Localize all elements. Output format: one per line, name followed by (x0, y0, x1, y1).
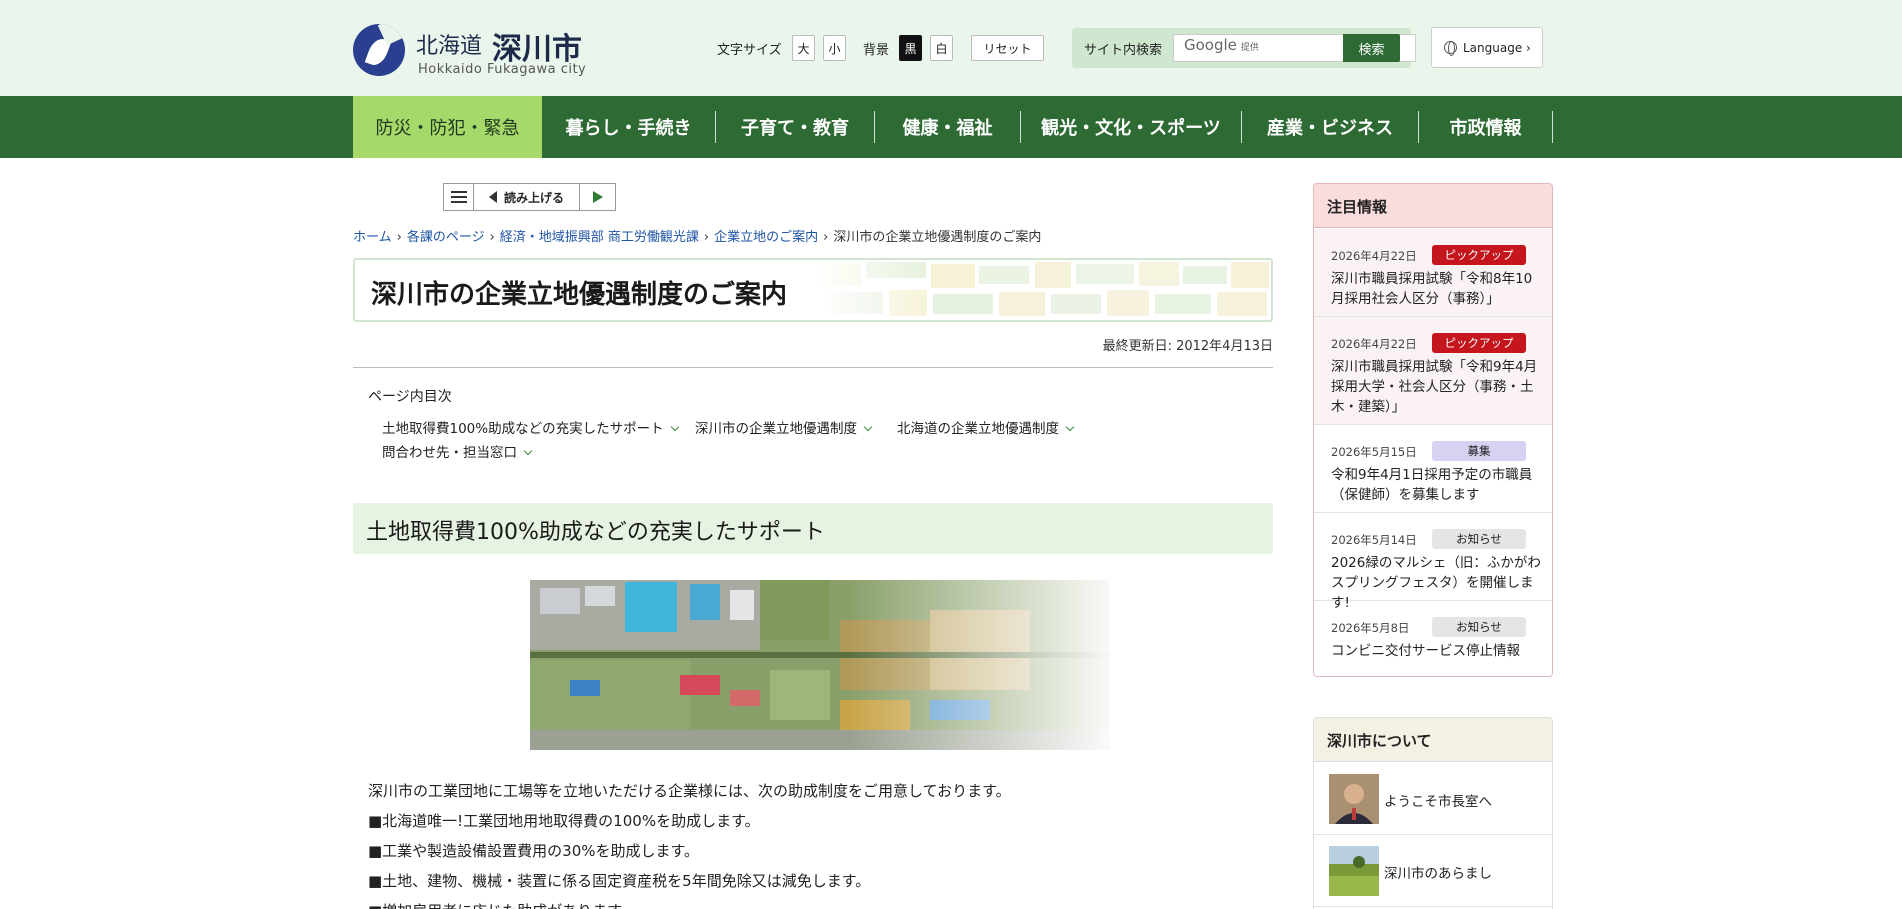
notice-text[interactable]: 深川市職員採用試験「令和9年4月採用大学・社会人区分（事務・土木・建築）」 (1331, 357, 1545, 417)
google-brand: Google 提供 (1184, 36, 1259, 54)
notice-badge: お知らせ (1432, 617, 1526, 637)
last-updated: 最終更新日: 2012年4月13日 (1102, 339, 1273, 354)
site-header: 北海道 深川市 Hokkaido Fukagawa city 文字サイズ 大 小… (0, 0, 1902, 96)
notice-date: 2026年4月22日 (1331, 337, 1417, 351)
notice-item[interactable]: 2026年5月8日 お知らせ コンビニ交付サービス停止情報 (1314, 601, 1552, 676)
chevron-down-icon (670, 422, 679, 432)
language-label: Language › (1463, 40, 1531, 55)
notice-badge: ピックアップ (1432, 333, 1526, 353)
notice-badge: ピックアップ (1432, 245, 1526, 265)
nav-divider (1552, 111, 1553, 143)
mayor-photo (1329, 774, 1379, 824)
toc-link[interactable]: 深川市の企業立地優遇制度 (695, 417, 873, 437)
read-aloud-label: 読み上げる (503, 190, 564, 205)
featured-info-title: 注目情報 (1314, 184, 1552, 228)
body-paragraph: ■増加雇用者に応じた助成があります。 (368, 900, 636, 909)
chevron-down-icon (1065, 422, 1075, 432)
bg-white-button[interactable]: 白 (930, 35, 953, 61)
page-title: 深川市の企業立地優遇制度のご案内 (371, 280, 788, 310)
about-item-label: ようこそ市長室へ (1384, 794, 1492, 810)
section-heading: 土地取得費100%助成などの充実したサポート (353, 503, 1273, 554)
notice-text[interactable]: 令和9年4月1日採用予定の市職員（保健師）を募集します (1331, 465, 1545, 505)
breadcrumb-departments[interactable]: 各課のページ (407, 230, 485, 245)
industrial-park-aerial-photo (530, 580, 1110, 750)
breadcrumb-current: 深川市の企業立地優遇制度のご案内 (833, 230, 1042, 245)
chevron-down-icon (523, 446, 533, 456)
breadcrumb-home[interactable]: ホーム (353, 230, 392, 245)
background-label: 背景 (863, 43, 890, 58)
logo-prefecture: 北海道 (416, 34, 483, 59)
notice-badge: お知らせ (1432, 529, 1526, 549)
font-size-label: 文字サイズ (717, 43, 782, 58)
globe-icon (1444, 41, 1457, 56)
site-logo[interactable]: 北海道 深川市 Hokkaido Fukagawa city (353, 24, 603, 78)
toc-link[interactable]: 問合わせ先・担当窓口 (382, 441, 533, 461)
search-label: サイト内検索 (1084, 43, 1163, 58)
page-title-box: 深川市の企業立地優遇制度のご案内 (353, 258, 1273, 322)
notice-date: 2026年5月15日 (1331, 445, 1417, 459)
notice-date: 2026年5月14日 (1331, 533, 1417, 547)
language-button[interactable]: Language › (1431, 27, 1543, 68)
nav-item-disaster[interactable]: 防災・防犯・緊急 (353, 96, 542, 158)
featured-info-panel: 注目情報 2026年4月22日 ピックアップ 深川市職員採用試験「令和8年10月… (1313, 183, 1553, 677)
nav-item-childcare[interactable]: 子育て・教育 (716, 96, 874, 158)
nav-item-living[interactable]: 暮らし・手続き (542, 96, 715, 158)
bg-black-button[interactable]: 黒 (899, 35, 922, 61)
notice-item[interactable]: 2026年4月22日 ピックアップ 深川市職員採用試験「令和9年4月採用大学・社… (1314, 317, 1552, 425)
notice-item[interactable]: 2026年5月15日 募集 令和9年4月1日採用予定の市職員（保健師）を募集しま… (1314, 425, 1552, 513)
notice-text[interactable]: 深川市職員採用試験「令和8年10月採用社会人区分（事務）」 (1331, 269, 1545, 309)
reader-menu-button[interactable] (444, 184, 474, 210)
search-button[interactable]: 検索 (1343, 34, 1400, 62)
speaker-icon (488, 191, 497, 203)
notice-badge: 募集 (1432, 441, 1526, 461)
chevron-down-icon (863, 422, 873, 432)
nav-item-municipal[interactable]: 市政情報 (1419, 96, 1552, 158)
notice-date: 2026年4月22日 (1331, 249, 1417, 263)
about-item-label: 深川市のあらまし (1384, 866, 1492, 882)
read-aloud-toolbar: 読み上げる (443, 183, 616, 211)
about-city-title: 深川市について (1314, 718, 1552, 762)
breadcrumb-business-location[interactable]: 企業立地のご案内 (714, 230, 818, 245)
breadcrumb: ホーム › 各課のページ › 経済・地域振興部 商工労働観光課 › 企業立地のご案内 › 深川市… (353, 230, 1042, 245)
toc-title: ページ内目次 (368, 389, 452, 405)
toc-link[interactable]: 北海道の企業立地優遇制度 (897, 417, 1075, 437)
global-nav: 防災・防犯・緊急 暮らし・手続き 子育て・教育 健康・福祉 観光・文化・スポーツ… (0, 96, 1902, 158)
reset-button[interactable]: リセット (971, 35, 1044, 61)
breadcrumb-commerce-division[interactable]: 経済・地域振興部 商工労働観光課 (500, 230, 699, 245)
notice-item[interactable]: 2026年4月22日 ピックアップ 深川市職員採用試験「令和8年10月採用社会人… (1314, 229, 1552, 317)
landscape-photo (1329, 846, 1379, 896)
body-paragraph: ■北海道唯一!工業団地用地取得費の100%を助成します。 (368, 812, 760, 830)
font-large-button[interactable]: 大 (792, 35, 815, 61)
divider (353, 367, 1273, 368)
play-icon (592, 191, 603, 203)
read-aloud-button[interactable]: 読み上げる (474, 184, 580, 210)
about-item-overview[interactable]: 深川市のあらまし (1314, 835, 1552, 907)
notice-date: 2026年5月8日 (1331, 621, 1410, 635)
body-paragraph: 深川市の工業団地に工場等を立地いただける企業様には、次の助成制度をご用意しており… (368, 782, 1011, 800)
notice-text[interactable]: コンビニ交付サービス停止情報 (1331, 641, 1545, 661)
nav-item-industry[interactable]: 産業・ビジネス (1242, 96, 1418, 158)
body-paragraph: ■土地、建物、機械・装置に係る固定資産税を5年間免除又は減免します。 (368, 872, 871, 890)
nav-item-health[interactable]: 健康・福祉 (875, 96, 1020, 158)
play-button[interactable] (580, 184, 615, 210)
nav-item-tourism[interactable]: 観光・文化・スポーツ (1021, 96, 1241, 158)
city-emblem-icon (353, 24, 405, 76)
body-paragraph: ■工業や製造設備設置費用の30%を助成します。 (368, 842, 700, 860)
font-small-button[interactable]: 小 (823, 35, 846, 61)
notice-item[interactable]: 2026年5月14日 お知らせ 2026緑のマルシェ（旧：ふかがわスプリングフェ… (1314, 513, 1552, 611)
about-item-mayor[interactable]: ようこそ市長室へ (1314, 763, 1552, 835)
toc-link[interactable]: 土地取得費100%助成などの充実したサポート (382, 417, 679, 437)
about-city-panel: 深川市について ようこそ市長室へ 深川市のあらまし (1313, 717, 1553, 909)
logo-english: Hokkaido Fukagawa city (418, 62, 587, 77)
site-search: サイト内検索 Google 提供 検索 (1072, 28, 1416, 68)
title-decoration (811, 260, 1271, 320)
